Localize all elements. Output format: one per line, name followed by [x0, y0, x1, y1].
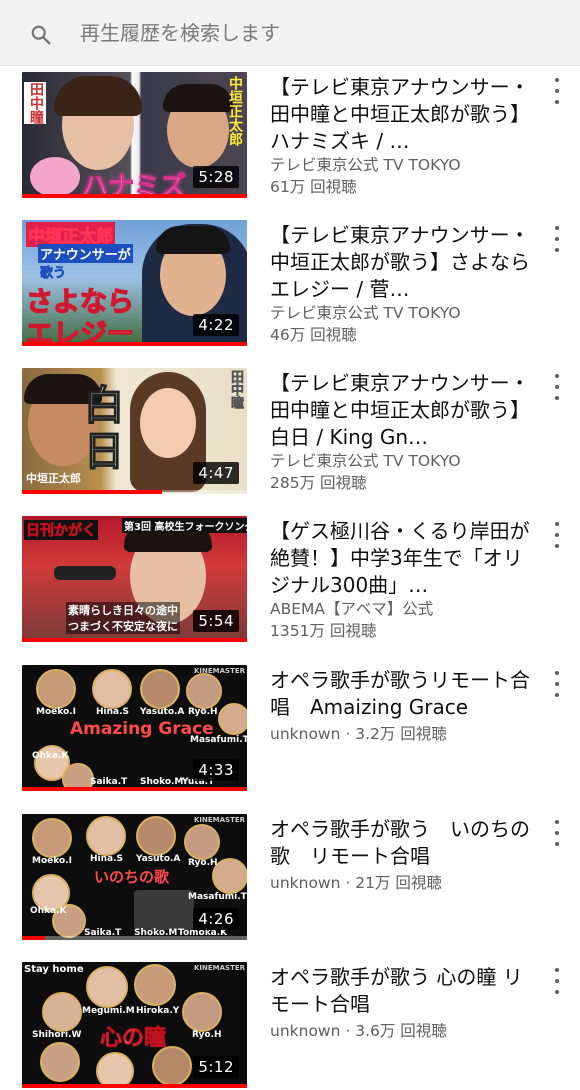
more-vert-icon[interactable]	[548, 76, 566, 106]
thumb-label: 日刊かがく	[24, 520, 98, 540]
video-title[interactable]: 【テレビ東京アナウンサー・田中瞳と中垣正太郎が歌う】ハナミズキ / …	[270, 74, 532, 155]
thumb-label: 中垣正太郎	[227, 76, 243, 146]
channel-name[interactable]: ABEMA【アベマ】公式	[270, 598, 433, 620]
list-item[interactable]: いのちの歌 Moeko.I Hina.S Yasuto.A Ryo.H Masa…	[0, 814, 580, 942]
watch-progress	[22, 936, 45, 940]
watermark: KINEMASTER	[194, 964, 246, 972]
search-bar[interactable]	[0, 0, 580, 66]
video-thumbnail[interactable]: Amazing Grace Moeko.I Hina.S Yasuto.A Ry…	[22, 665, 247, 791]
view-count: 61万 回視聴	[270, 178, 357, 196]
view-count: 285万 回視聴	[270, 474, 367, 492]
video-title[interactable]: オペラ歌手が歌う 心の瞳 リモート合唱	[270, 964, 532, 1018]
thumb-label: 田中瞳	[24, 82, 46, 124]
view-count: 46万 回視聴	[270, 326, 357, 344]
watch-progress	[22, 342, 247, 346]
thumb-label: Shoko.M	[140, 777, 184, 787]
video-thumbnail[interactable]: 中垣正太郎 アナウンサーが 歌う さよなら エレジー 4:22	[22, 220, 247, 346]
channel-views[interactable]: unknown · 3.2万 回視聴	[270, 723, 447, 745]
more-vert-icon[interactable]	[548, 224, 566, 254]
thumb-label: 素晴らしき日々の途中	[66, 602, 180, 618]
view-count: 1351万 回視聴	[270, 622, 377, 640]
search-input[interactable]	[80, 14, 540, 52]
thumb-title: 日	[83, 429, 125, 475]
list-item[interactable]: 田中瞳 中垣正太郎 ハナミズ 5:28 【テレビ東京アナウンサー・田中瞳と中垣正…	[0, 72, 580, 200]
thumb-label: つまづく不安定な夜に	[66, 618, 180, 634]
thumb-label: Shihori.W	[32, 1030, 82, 1040]
more-vert-icon[interactable]	[548, 818, 566, 848]
video-thumbnail[interactable]: 心の瞳 Stay home Megumi.M Hiroka.Y Shihori.…	[22, 962, 247, 1088]
list-item[interactable]: 中垣正太郎 アナウンサーが 歌う さよなら エレジー 4:22 【テレビ東京アナ…	[0, 220, 580, 348]
more-vert-icon[interactable]	[548, 966, 566, 996]
video-title[interactable]: 【ゲス極川谷・くるり岸田が絶賛！】中学3年生で「オリジナル300曲」…	[270, 518, 532, 599]
duration-badge: 5:12	[193, 1056, 239, 1078]
more-vert-icon[interactable]	[548, 669, 566, 699]
thumb-label: Ryo.H	[188, 858, 218, 868]
duration-badge: 5:28	[193, 166, 239, 188]
thumb-title: 白	[83, 383, 125, 429]
thumb-label: Yasuto.A	[140, 707, 185, 717]
video-thumbnail[interactable]: いのちの歌 Moeko.I Hina.S Yasuto.A Ryo.H Masa…	[22, 814, 247, 940]
thumb-label: Moeko.I	[32, 856, 72, 866]
watch-progress	[22, 490, 162, 494]
thumb-label: Masafumi.T	[188, 892, 247, 902]
watch-progress	[22, 1084, 247, 1088]
thumb-label: Saika.T	[90, 777, 128, 787]
thumb-title: 心の瞳	[100, 1026, 167, 1052]
thumb-label: Ohka.K	[32, 751, 69, 761]
thumb-label: Ohka.K	[30, 906, 67, 916]
watch-progress	[22, 787, 247, 791]
thumb-title: エレジー	[25, 318, 134, 346]
channel-views[interactable]: unknown · 3.6万 回視聴	[270, 1020, 447, 1042]
list-item[interactable]: 心の瞳 Stay home Megumi.M Hiroka.Y Shihori.…	[0, 962, 580, 1090]
video-thumbnail[interactable]: 日刊かがく 第3回 高校生フォークソングGP 素晴らしき日々の途中 つまづく不安…	[22, 516, 247, 642]
duration-badge: 4:47	[193, 462, 239, 484]
video-title[interactable]: オペラ歌手が歌うリモート合唱 Amaizing Grace	[270, 667, 532, 721]
video-thumbnail[interactable]: 白 日 田中瞳 中垣正太郎 4:47	[22, 368, 247, 494]
search-icon[interactable]	[30, 24, 52, 46]
list-item[interactable]: 白 日 田中瞳 中垣正太郎 4:47 【テレビ東京アナウンサー・田中瞳と中垣正太…	[0, 368, 580, 496]
list-item[interactable]: 日刊かがく 第3回 高校生フォークソングGP 素晴らしき日々の途中 つまづく不安…	[0, 516, 580, 644]
duration-badge: 4:33	[193, 759, 239, 781]
video-title[interactable]: オペラ歌手が歌う いのちの歌 リモート合唱	[270, 816, 532, 870]
thumb-label: Hina.S	[96, 707, 129, 717]
more-vert-icon[interactable]	[548, 372, 566, 402]
thumb-label: Ryo.H	[188, 707, 218, 717]
channel-name[interactable]: テレビ東京公式 TV TOKYO	[270, 154, 461, 176]
thumb-label: Hiroka.Y	[136, 1006, 180, 1016]
watch-progress	[22, 194, 247, 198]
thumb-title: いのちの歌	[94, 868, 170, 886]
thumb-label: 中垣正太郎	[26, 472, 81, 485]
thumb-label: Ryo.H	[192, 1030, 222, 1040]
thumb-label: Megumi.M	[82, 1006, 135, 1016]
thumb-label: アナウンサーが	[38, 244, 133, 263]
thumb-label: Stay home	[24, 964, 84, 975]
thumb-label: 歌う	[40, 266, 67, 282]
channel-name[interactable]: テレビ東京公式 TV TOKYO	[270, 450, 461, 472]
video-thumbnail[interactable]: 田中瞳 中垣正太郎 ハナミズ 5:28	[22, 72, 247, 198]
thumb-label: 田中瞳	[228, 370, 244, 410]
duration-badge: 5:54	[193, 610, 239, 632]
watch-progress	[22, 638, 247, 642]
thumb-label: Yasuto.A	[136, 854, 181, 864]
list-item[interactable]: Amazing Grace Moeko.I Hina.S Yasuto.A Ry…	[0, 665, 580, 793]
watermark: KINEMASTER	[194, 667, 246, 675]
video-title[interactable]: 【テレビ東京アナウンサー・田中瞳と中垣正太郎が歌う】白日 / King Gn…	[270, 370, 532, 451]
thumb-label: 第3回 高校生フォークソングGP	[122, 518, 247, 533]
channel-views[interactable]: unknown · 21万 回視聴	[270, 872, 442, 894]
thumb-label: Moeko.I	[36, 707, 76, 717]
channel-name[interactable]: テレビ東京公式 TV TOKYO	[270, 302, 461, 324]
more-vert-icon[interactable]	[548, 520, 566, 550]
thumb-label: Masafumi.T	[190, 735, 247, 745]
watermark: KINEMASTER	[194, 816, 246, 824]
thumb-label: Hina.S	[90, 854, 123, 864]
duration-badge: 4:26	[193, 908, 239, 930]
duration-badge: 4:22	[193, 314, 239, 336]
video-title[interactable]: 【テレビ東京アナウンサー・中垣正太郎が歌う】さよならエレジー / 菅…	[270, 222, 532, 303]
